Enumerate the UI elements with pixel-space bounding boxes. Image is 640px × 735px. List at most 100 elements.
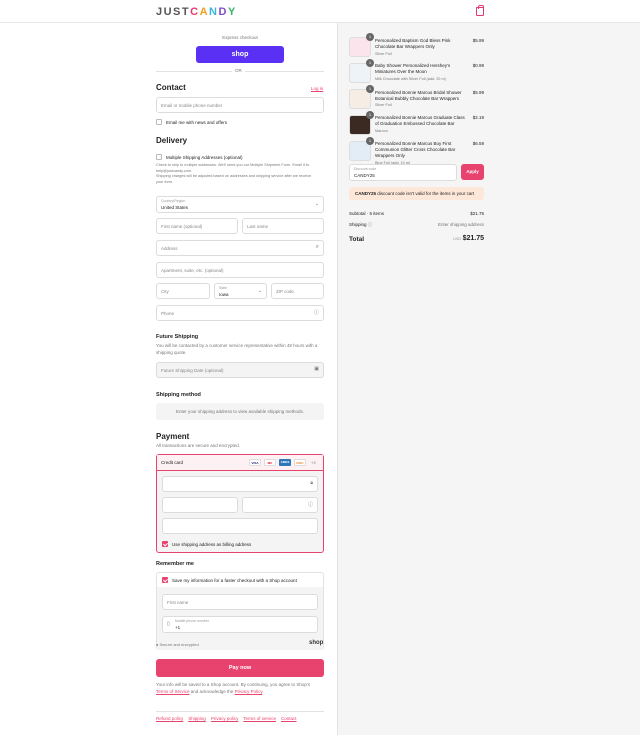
- help-icon[interactable]: ⓘ: [308, 501, 313, 508]
- quantity-badge: 1: [366, 111, 374, 119]
- payment-subtitle: All transactions are secure and encrypte…: [156, 443, 241, 448]
- footer-divider: [156, 711, 324, 712]
- total-label: Total: [349, 236, 365, 243]
- mobile-phone-field[interactable]: ▯ Mobile phone number +1: [162, 616, 318, 633]
- future-shipping-text: You will be contacted by a customer serv…: [156, 343, 318, 355]
- shopping-bag-icon[interactable]: [476, 5, 484, 16]
- future-shipping-title: Future Shipping: [156, 334, 199, 340]
- product-variant: Milk Chocolate with Silver Foil (add. 20…: [375, 77, 446, 81]
- secure-encrypted-note: ● Secure and encrypted: [156, 642, 199, 647]
- pay-now-button[interactable]: Pay now: [156, 659, 324, 677]
- apply-discount-button[interactable]: Apply: [461, 164, 484, 180]
- product-variant: Silver Foil: [375, 103, 392, 107]
- phone-field[interactable]: Phone ⓘ: [156, 305, 324, 321]
- product-price: $5.99: [472, 38, 484, 43]
- shop-pay-button[interactable]: shop: [196, 46, 284, 63]
- last-name-field[interactable]: Last name: [242, 218, 324, 234]
- shipping-label: Shipping ⓘ: [349, 222, 373, 227]
- product-name: Baby Shower Personalized Hershey's Miniat…: [375, 63, 451, 74]
- country-select[interactable]: Country/Region United States ⌄: [156, 196, 324, 213]
- contact-title: Contact: [156, 83, 186, 92]
- privacy-policy-link[interactable]: Privacy policy: [211, 716, 239, 721]
- quantity-badge: 1: [366, 137, 374, 145]
- subtotal-value: $21.75: [470, 211, 484, 216]
- security-code-field[interactable]: ⓘ: [242, 497, 318, 513]
- product-price: $2.19: [472, 115, 484, 120]
- login-link[interactable]: Log in: [311, 86, 323, 91]
- multiple-addresses-label: Multiple Shipping Addresses (optional): [166, 155, 243, 160]
- product-name: Personalized Bonnie Marcus Boy First Comm…: [375, 141, 456, 158]
- or-separator: OR: [232, 68, 245, 73]
- help-icon[interactable]: ⓘ: [314, 309, 319, 316]
- search-icon: ⌕: [315, 244, 319, 250]
- quantity-badge: 1: [366, 33, 374, 41]
- product-name: Personalized Bonnie Marcus Graduate Clas…: [375, 115, 465, 126]
- product-price: $0.99: [472, 63, 484, 68]
- shop-logo: shop: [309, 640, 324, 646]
- footer-links: Refund policy Shipping Privacy policy Te…: [156, 716, 297, 721]
- shop-terms-text: Your info will be saved to a Shop accoun…: [156, 682, 311, 694]
- shipping-value: Enter shipping address: [437, 222, 484, 227]
- remember-me-title: Remember me: [156, 561, 194, 567]
- discount-warning: CANDY25 discount code isn't valid for th…: [349, 187, 484, 200]
- chevron-down-icon: ⌄: [314, 201, 319, 207]
- help-icon[interactable]: ⓘ: [368, 222, 373, 227]
- billing-address-checkbox[interactable]: [162, 541, 168, 547]
- billing-address-label: Use shipping address as billing address: [172, 542, 252, 547]
- card-number-field[interactable]: 🔒︎: [162, 476, 318, 492]
- quantity-badge: 1: [366, 59, 374, 67]
- zip-field[interactable]: ZIP code: [271, 283, 324, 299]
- shipping-method-placeholder: Enter your shipping address to view avai…: [156, 403, 324, 420]
- payment-title: Payment: [156, 432, 190, 441]
- product-price: $5.99: [472, 90, 484, 95]
- refund-policy-link[interactable]: Refund policy: [156, 716, 183, 721]
- justcandy-logo[interactable]: JUSTCANDY: [156, 6, 237, 18]
- product-name: Personalized Bonnie Marcus Bridal Shower…: [375, 90, 462, 101]
- checkout-form: Express checkout shop OR Contact Log in …: [0, 23, 337, 735]
- contact-link[interactable]: Contact: [281, 716, 297, 721]
- more-cards-badge: +3: [311, 460, 316, 465]
- multiple-addresses-note: Check to ship to multiple addresses. We'…: [156, 163, 312, 184]
- total-value: USD $21.75: [453, 235, 484, 242]
- discount-code-field[interactable]: Discount code CANDY25: [349, 164, 457, 181]
- shipping-method-title: Shipping method: [156, 392, 201, 398]
- privacy-policy-link[interactable]: Privacy Policy: [235, 689, 263, 694]
- apartment-field[interactable]: Apartment, suite, etc. (optional): [156, 262, 324, 278]
- mastercard-icon: MC: [264, 459, 276, 466]
- delivery-title: Delivery: [156, 136, 188, 145]
- name-on-card-field[interactable]: [162, 518, 318, 534]
- future-shipping-date-field[interactable]: Future Shipping Date (optional) ▣: [156, 362, 324, 378]
- remember-me-panel: Save my information for a faster checkou…: [156, 572, 324, 650]
- discover-icon: DISC: [294, 459, 306, 466]
- calendar-icon: ▣: [314, 366, 319, 372]
- credit-card-option[interactable]: Credit card VISA MC AMEX DISC +3: [157, 455, 323, 471]
- terms-of-service-link[interactable]: Terms of service: [243, 716, 276, 721]
- chevron-down-icon: ⌄: [257, 288, 262, 294]
- quantity-badge: 1: [366, 85, 374, 93]
- save-info-label: Save my information for a faster checkou…: [172, 578, 297, 583]
- expiration-field[interactable]: [162, 497, 238, 513]
- credit-card-panel: Credit card VISA MC AMEX DISC +3 🔒︎ ⓘ Us…: [156, 454, 324, 553]
- city-field[interactable]: City: [156, 283, 210, 299]
- shipping-link[interactable]: Shipping: [188, 716, 206, 721]
- amex-icon: AMEX: [279, 459, 291, 466]
- site-header: JUSTCANDY: [0, 0, 640, 23]
- shop-account-fields: First name ▯ Mobile phone number +1: [157, 587, 323, 650]
- shop-first-name-field[interactable]: First name: [162, 594, 318, 610]
- terms-of-service-link[interactable]: Terms of Service: [156, 689, 190, 694]
- multiple-addresses-checkbox[interactable]: [156, 154, 162, 160]
- address-field[interactable]: Address ⌕: [156, 240, 324, 256]
- save-info-checkbox[interactable]: [162, 577, 168, 583]
- product-variant: Maroon: [375, 129, 388, 133]
- visa-icon: VISA: [249, 459, 261, 466]
- first-name-field[interactable]: First name (optional): [156, 218, 238, 234]
- email-news-label: Email me with news and offers: [166, 120, 227, 125]
- state-select[interactable]: State Iowa ⌄: [214, 283, 267, 299]
- subtotal-label: Subtotal · 5 items: [349, 211, 385, 216]
- product-name: Personalized Baptism God Bless Pink Choco…: [375, 38, 451, 49]
- lock-icon: 🔒︎: [310, 480, 313, 486]
- email-field[interactable]: Email or mobile phone number: [156, 97, 324, 113]
- phone-icon: ▯: [167, 621, 170, 627]
- email-news-checkbox[interactable]: [156, 119, 162, 125]
- product-price: $6.59: [472, 141, 484, 146]
